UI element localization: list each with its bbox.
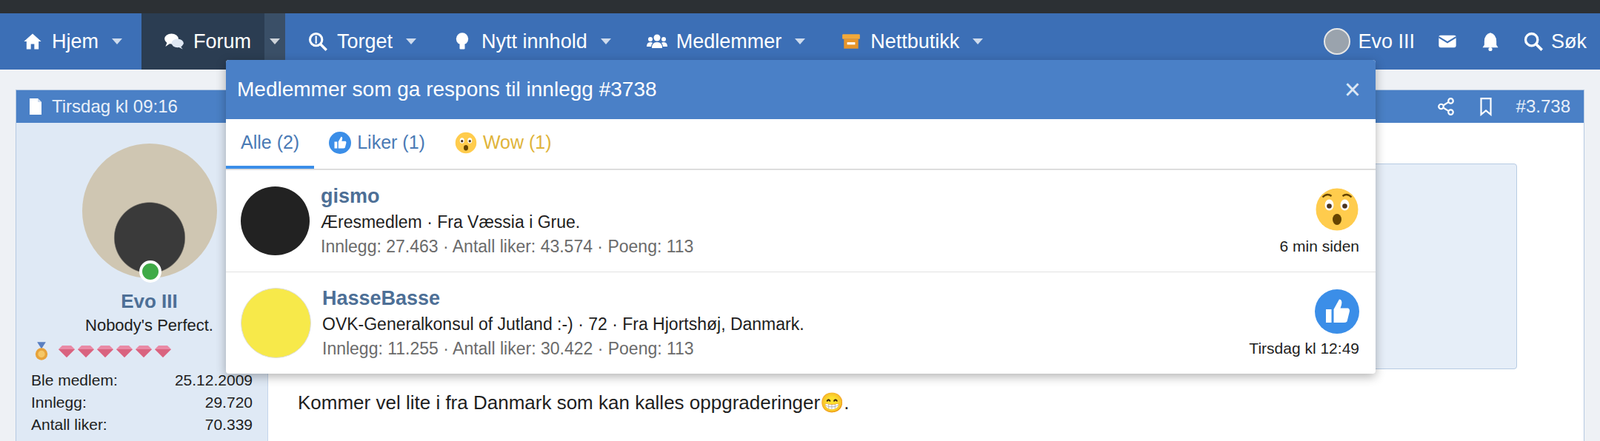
gem-icon: [96, 345, 115, 359]
member-name[interactable]: HasseBasse: [322, 287, 1235, 311]
modal-title: Medlemmer som ga respons til innlegg #37…: [237, 77, 658, 102]
wow-icon: [454, 131, 478, 155]
rank-badges: [31, 341, 172, 363]
nav-label: Torget: [337, 30, 393, 54]
reaction-tab[interactable]: Alle (2): [225, 119, 315, 169]
stat-row: Innlegg: 29.720: [31, 391, 253, 415]
post-text: Kommer vel lite i fra Danmark som kan ka…: [297, 391, 1518, 415]
stat-label: Ble medlem:: [31, 369, 118, 392]
comments-icon: [163, 31, 185, 52]
status-strip: [0, 0, 1600, 14]
user-name: Evo III: [1357, 30, 1415, 54]
lightbulb-icon: [451, 31, 473, 52]
member-avatar[interactable]: [240, 186, 310, 256]
member-info: HasseBasse OVK-Generalkonsul of Jutland :…: [311, 287, 1235, 360]
modal-header: Medlemmer som ga respons til innlegg #37…: [225, 60, 1376, 120]
gem-icon: [77, 345, 95, 359]
avatar-photo: [82, 143, 218, 279]
close-button[interactable]: ×: [1344, 74, 1361, 106]
reaction: 6 min siden: [1265, 187, 1360, 256]
nav-label: Forum: [193, 30, 252, 54]
bookmark-icon[interactable]: [1476, 97, 1496, 117]
nav-label: Hjem: [51, 30, 99, 54]
member-info: gismo Æresmedlem · Fra Væssia i Grue. Innl…: [309, 185, 1266, 258]
medal-icon: [31, 341, 52, 363]
document-icon: [28, 97, 43, 116]
search-icon: [1522, 31, 1544, 52]
store-icon: [840, 31, 862, 52]
reaction-tab[interactable]: Wow (1): [440, 119, 567, 169]
reaction-time: Tirsdag kl 12:49: [1248, 340, 1360, 358]
post-number[interactable]: #3.738: [1516, 96, 1571, 118]
user-avatar: [1323, 28, 1351, 55]
author-title: Nobody's Perfect.: [85, 316, 214, 336]
member-stats: Innlegg: 27.463 · Antall liker: 43.574 ·…: [320, 237, 1266, 258]
online-indicator: [139, 260, 162, 283]
gem-icon: [154, 345, 172, 359]
author-name[interactable]: Evo III: [120, 290, 178, 314]
reaction-time: 6 min siden: [1280, 237, 1360, 256]
share-icon[interactable]: [1436, 97, 1456, 117]
tab-label: Alle (2): [240, 131, 300, 154]
user-menu[interactable]: Evo III: [1323, 28, 1415, 55]
nav-label: Nettbutikk: [870, 30, 960, 54]
member-details: Æresmedlem · Fra Væssia i Grue.: [320, 212, 1266, 233]
users-icon: [646, 31, 668, 52]
stat-row: Antall liker: 70.339: [31, 414, 253, 437]
member-name[interactable]: gismo: [320, 185, 1266, 209]
home-icon: [22, 31, 43, 52]
nav-label: Nytt innhold: [481, 30, 588, 54]
stat-label: Antall liker:: [31, 414, 108, 437]
envelope-icon[interactable]: [1437, 31, 1458, 52]
reaction-tab[interactable]: Liker (1): [314, 119, 440, 169]
gem-icon: [57, 345, 76, 359]
dropdown-caret-icon[interactable]: [107, 13, 127, 70]
author-stats: Ble medlem:25.12.2009Innlegg:29.720Antal…: [31, 369, 253, 437]
member-row: gismo Æresmedlem · Fra Væssia i Grue. Innl…: [225, 169, 1376, 272]
member-details: OVK-Generalkonsul of Jutland :-) · 72 · …: [322, 314, 1235, 335]
post-date[interactable]: Tirsdag kl 09:16: [51, 96, 178, 118]
forum-page: Hjem Forum Torget Nytt innhold Medlemmer Nett…: [0, 0, 1600, 441]
member-avatar[interactable]: [240, 288, 312, 359]
reaction: Tirsdag kl 12:49: [1234, 289, 1360, 358]
like-icon: [1314, 289, 1360, 335]
reactions-modal: Medlemmer som ga respons til innlegg #37…: [225, 60, 1376, 375]
search-button[interactable]: Søk: [1522, 30, 1587, 54]
like-icon: [328, 131, 352, 155]
tab-label: Wow (1): [482, 131, 552, 154]
search-label: Søk: [1551, 30, 1587, 54]
nav-label: Medlemmer: [676, 30, 783, 54]
stat-value: 29.720: [205, 391, 253, 415]
gem-icon: [134, 345, 153, 359]
stat-row: Ble medlem:25.12.2009: [31, 369, 253, 392]
search-dollar-icon: [307, 31, 329, 52]
tab-label: Liker (1): [357, 131, 426, 154]
gem-icon: [115, 345, 134, 359]
stat-value: 70.339: [205, 414, 253, 437]
wow-icon: [1314, 187, 1360, 232]
bell-icon[interactable]: [1480, 31, 1501, 52]
member-row: HasseBasse OVK-Generalkonsul of Jutland :…: [225, 271, 1376, 375]
nav-item[interactable]: Hjem: [0, 13, 136, 70]
stat-label: Innlegg:: [31, 391, 87, 415]
reaction-tabs: Alle (2) Liker (1) Wow (1): [225, 119, 1376, 170]
author-avatar[interactable]: [82, 143, 218, 279]
member-stats: Innlegg: 11.255 · Antall liker: 30.422 ·…: [322, 339, 1235, 360]
